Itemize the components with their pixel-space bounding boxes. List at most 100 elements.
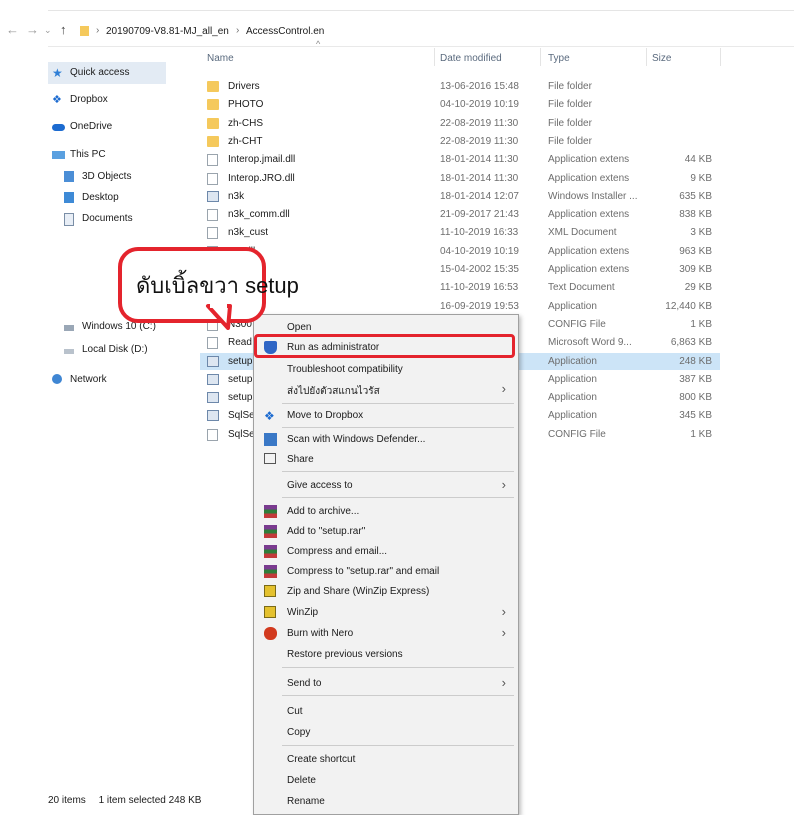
menu-item[interactable]: Restore previous versions [254,644,518,665]
status-bar: 20 items 1 item selected 248 KB [48,795,201,806]
file-row[interactable]: n3k_comm.dll 21-09-2017 21:43 Application … [200,206,720,223]
menu-item-label: Compress and email... [287,546,388,557]
file-size: 44 KB [684,154,712,166]
menu-item[interactable]: Rename [254,791,518,812]
file-row[interactable]: Interop.JRO.dll 18-01-2014 11:30 Applicati… [200,170,720,187]
menu-item-label: Cut [287,706,303,717]
menu-item[interactable]: Create shortcut [254,749,518,770]
menu-item-label: Troubleshoot compatibility [287,364,403,375]
file-size: 12,440 KB [665,300,712,312]
menu-item-label: Give access to [287,480,353,491]
recent-dropdown-icon[interactable]: ⌄ [44,25,52,36]
sidebar-item-dropbox[interactable]: ❖ Dropbox [52,91,108,109]
installer-icon [207,190,219,202]
file-name: Interop.JRO.dll [228,172,295,184]
winrar-icon [264,565,277,578]
menu-item[interactable]: Troubleshoot compatibility [254,359,518,380]
file-row[interactable]: zh-CHS 22-08-2019 11:30 File folder [200,115,720,132]
menu-item[interactable]: Send to › [254,673,518,694]
sidebar-item-label: Dropbox [70,94,108,105]
file-size: 6,863 KB [670,337,712,349]
menu-item[interactable]: Zip and Share (WinZip Express) [254,581,518,602]
column-divider[interactable] [540,48,541,66]
column-header-date[interactable]: Date modified [440,53,502,64]
folder-icon [207,117,219,129]
file-type: Application [548,410,597,422]
file-size: 1 KB [690,318,712,330]
column-header-size[interactable]: Size [652,53,671,64]
menu-item[interactable]: Add to archive... [254,501,518,522]
folder-icon [207,81,219,92]
breadcrumb-separator-icon: › [96,25,100,36]
column-header-name[interactable]: Name [207,53,234,64]
file-row[interactable]: n3k_cust 11-10-2019 16:33 XML Document 3 KB [200,224,720,241]
address-bar-border [48,46,794,47]
winrar-icon [264,505,277,518]
drive-icon [64,349,74,354]
file-size: 800 KB [679,392,712,404]
app-icon [207,392,219,404]
column-divider[interactable] [434,48,435,66]
submenu-chevron-icon: › [501,381,506,396]
file-row[interactable]: Drivers 13-06-2016 15:48 File folder [200,78,720,95]
sidebar-item-documents[interactable]: Documents [64,210,133,228]
app-icon [207,410,219,422]
sidebar-item-local-disk[interactable]: Local Disk (D:) [64,341,148,359]
menu-item[interactable]: Delete [254,770,518,791]
sidebar-item-this-pc[interactable]: This PC [52,146,106,164]
network-icon [52,374,62,384]
menu-item[interactable]: ❖ Move to Dropbox [254,405,518,426]
file-size: 248 KB [679,355,712,367]
menu-item[interactable]: Scan with Windows Defender... [254,429,518,450]
back-arrow-icon[interactable]: ← [6,22,19,37]
forward-arrow-icon[interactable]: → [26,22,39,37]
file-name: PHOTO [228,99,264,111]
file-row[interactable]: Interop.jmail.dll 18-01-2014 11:30 Applica… [200,151,720,168]
menu-item[interactable]: Compress to "setup.rar" and email [254,561,518,582]
sidebar-item-desktop[interactable]: Desktop [64,189,119,207]
column-divider[interactable] [720,48,721,66]
file-type: Microsoft Word 9... [548,337,632,349]
file-name: n3k_cust [228,227,269,239]
menu-item[interactable]: Add to "setup.rar" [254,521,518,542]
up-arrow-icon[interactable]: ↑ [60,22,67,37]
breadcrumb-item[interactable]: 20190709-V8.81-MJ_all_en [106,26,229,37]
file-row[interactable]: PHOTO 04-10-2019 10:19 File folder [200,96,720,113]
file-row[interactable]: zh-CHT 22-08-2019 11:30 File folder [200,133,720,150]
file-size: 1 KB [690,428,712,440]
menu-item[interactable]: WinZip › [254,602,518,623]
winrar-icon [264,545,277,558]
file-name: Drivers [228,81,260,92]
menu-item-label: Open [287,322,312,333]
column-header-type[interactable]: Type [548,53,570,64]
document-icon [207,337,218,350]
file-size: 345 KB [679,410,712,422]
file-size: 838 KB [679,209,712,221]
menu-item[interactable]: Copy [254,722,518,743]
folder-icon [207,135,219,147]
menu-item[interactable]: ส่งไปยังตัวสแกนไวรัส › [254,379,518,400]
sidebar-item-network[interactable]: Network [52,371,107,389]
star-icon: ★ [52,66,63,80]
file-row[interactable]: n3k 18-01-2014 12:07 Windows Installer ...… [200,188,720,205]
menu-item-label: Add to "setup.rar" [287,526,366,537]
menu-item[interactable]: Burn with Nero › [254,623,518,644]
sidebar-item-onedrive[interactable]: OneDrive [52,118,112,136]
menu-item-label: Send to [287,678,322,689]
computer-icon [52,151,65,159]
file-date: 22-08-2019 11:30 [440,135,519,147]
menu-item[interactable]: Compress and email... [254,541,518,562]
column-divider[interactable] [646,48,647,66]
sidebar-item-quick-access[interactable]: ★ Quick access [52,64,129,82]
menu-item[interactable]: Give access to › [254,475,518,496]
annotation-highlight-box [254,334,515,358]
menu-item[interactable]: Cut [254,701,518,722]
dropbox-icon: ❖ [52,94,62,106]
sidebar-item-3d-objects[interactable]: 3D Objects [64,168,131,186]
file-date: 15-04-2002 15:35 [440,264,519,275]
file-type: Application extens [548,209,630,221]
menu-item[interactable]: Share [254,449,518,470]
file-row[interactable]: ern.dll04-10-2019 10:19Application exten… [200,243,720,260]
document-icon [207,227,218,240]
breadcrumb-item[interactable]: AccessControl.en [246,26,324,37]
